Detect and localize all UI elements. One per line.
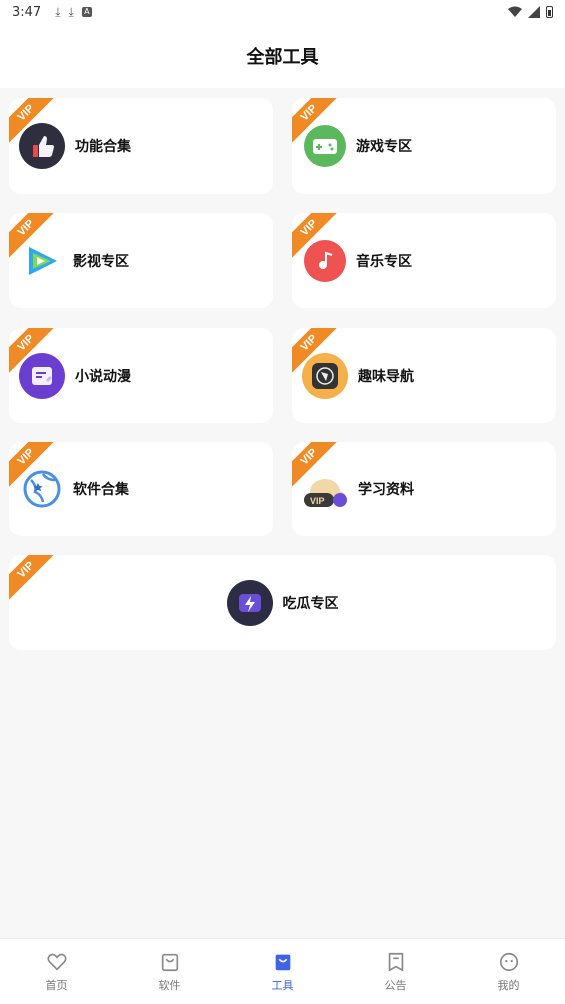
tool-label: 趣味导航	[358, 368, 414, 385]
lightning-icon	[226, 579, 273, 626]
tool-label: 软件合集	[73, 482, 129, 498]
bookmark-icon	[388, 952, 403, 972]
nav-label: 工具	[271, 978, 294, 992]
tool-card-study[interactable]: VIP VIP 学习资料	[292, 442, 556, 536]
vip-cloud-icon: VIP	[302, 466, 348, 512]
nav-item-notice[interactable]: 公告	[339, 939, 452, 1004]
video-play-icon	[23, 241, 63, 281]
tool-label: 吃瓜专区	[282, 595, 339, 612]
download-icon: ⤓	[55, 4, 61, 19]
nav-item-software[interactable]: 软件	[113, 939, 226, 1004]
tool-label: 学习资料	[358, 482, 414, 498]
svg-text:VIP: VIP	[310, 496, 325, 506]
heart-icon	[46, 953, 67, 971]
wifi-icon	[508, 6, 522, 17]
nav-label: 首页	[45, 978, 68, 992]
a-icon: A	[81, 7, 92, 17]
tool-label: 音乐专区	[356, 253, 412, 270]
tool-card-gossip[interactable]: VIP 吃瓜专区	[9, 555, 556, 650]
tool-card-movies[interactable]: VIP 影视专区	[9, 213, 273, 308]
status-time: 3:47	[12, 4, 42, 20]
page-header: 全部工具	[0, 24, 565, 88]
tool-label: 游戏专区	[356, 139, 412, 155]
vip-badge: VIP	[9, 555, 65, 609]
thumbs-up-icon	[19, 123, 65, 169]
tool-label: 功能合集	[75, 139, 131, 155]
battery-icon	[546, 6, 553, 18]
tool-label: 小说动漫	[75, 368, 131, 385]
download-icon: ⤓	[68, 4, 74, 19]
tool-card-novels[interactable]: VIP 小说动漫	[9, 328, 273, 423]
signal-icon	[528, 6, 540, 18]
nav-item-home[interactable]: 首页	[0, 939, 113, 1004]
gamepad-icon	[304, 125, 346, 167]
tool-card-features[interactable]: VIP 功能合集	[9, 98, 273, 194]
tool-card-software[interactable]: VIP 软件合集	[9, 442, 273, 536]
globe-icon	[21, 468, 63, 510]
tool-card-games[interactable]: VIP 游戏专区	[292, 98, 556, 194]
page-title: 全部工具	[246, 47, 319, 68]
book-icon	[19, 352, 65, 399]
nav-item-profile[interactable]: 我的	[452, 939, 565, 1004]
compass-icon	[302, 352, 348, 399]
smile-icon	[499, 952, 518, 971]
bag-icon	[275, 954, 290, 970]
bottom-nav: 首页 软件 工具 公告 我的	[0, 938, 565, 1004]
tool-label: 影视专区	[73, 253, 129, 270]
nav-label: 我的	[497, 978, 520, 992]
nav-item-tools[interactable]: 工具	[226, 939, 339, 1004]
status-bar: 3:47 ⤓ ⤓ A	[0, 0, 565, 24]
music-note-icon	[304, 239, 346, 282]
bag-icon	[161, 953, 178, 971]
tool-card-music[interactable]: VIP 音乐专区	[292, 213, 556, 308]
nav-label: 公告	[384, 978, 407, 992]
tool-card-fun-nav[interactable]: VIP 趣味导航	[292, 328, 556, 423]
nav-label: 软件	[158, 978, 181, 992]
